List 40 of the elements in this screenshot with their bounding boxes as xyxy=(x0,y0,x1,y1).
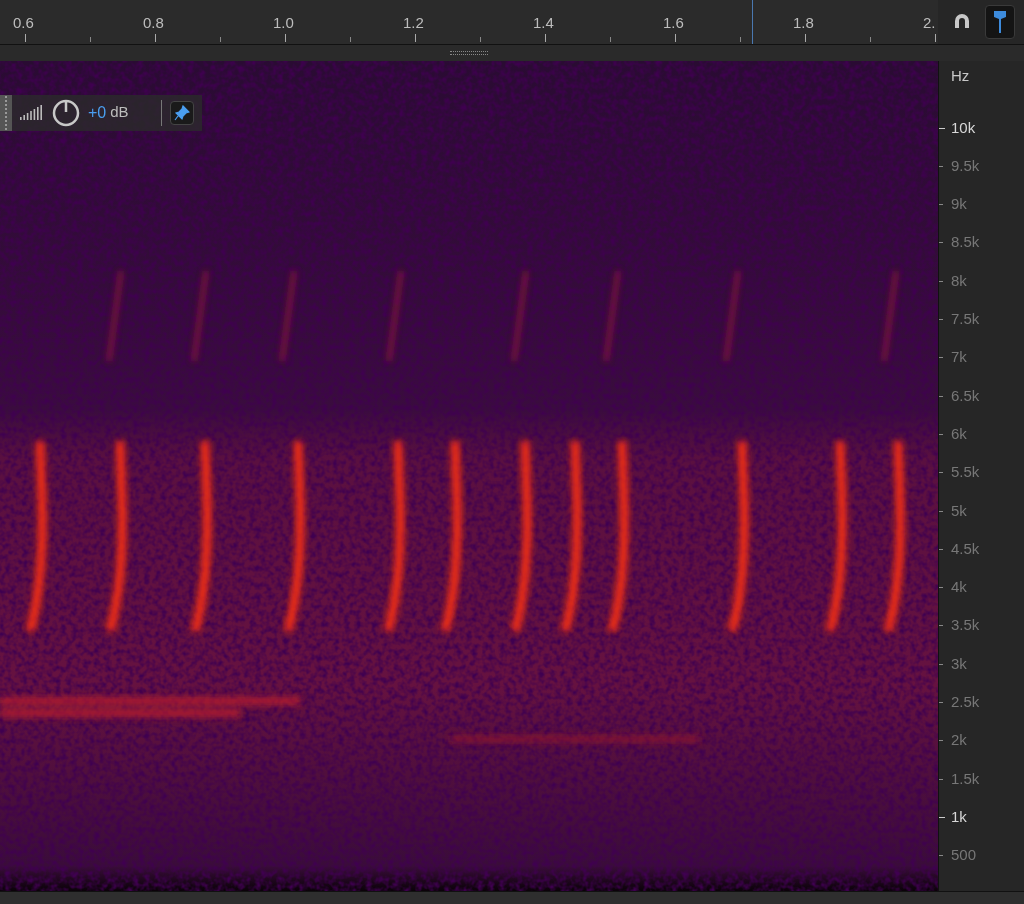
frequency-label: 4.5k xyxy=(951,539,980,558)
frequency-label: 10k xyxy=(951,118,976,137)
ruler-label: 1.8 xyxy=(793,13,814,33)
gain-value[interactable]: +0 xyxy=(88,100,107,125)
pin-icon xyxy=(174,104,190,121)
ruler-label: 0.6 xyxy=(13,13,34,33)
marker-icon xyxy=(993,10,1007,35)
frequency-label: 1k xyxy=(951,807,967,826)
frequency-label: 3.5k xyxy=(951,616,980,635)
frequency-label: 2k xyxy=(951,731,967,750)
marker-button[interactable] xyxy=(985,5,1015,40)
frequency-label: 3k xyxy=(951,654,967,673)
frequency-label: 4k xyxy=(951,578,967,597)
knob-icon[interactable] xyxy=(52,98,80,127)
pin-button[interactable] xyxy=(170,100,194,125)
frequency-label: 2.5k xyxy=(951,693,980,711)
ruler-label: 1.6 xyxy=(663,13,684,33)
frequency-label: 1.5k xyxy=(951,769,980,788)
gain-unit: dB xyxy=(110,102,129,123)
resize-grip[interactable] xyxy=(450,50,488,55)
frequency-label: 8.5k xyxy=(951,233,980,252)
frequency-label: 6.5k xyxy=(951,386,980,405)
time-ruler[interactable]: 0.6 0.8 1.0 1.2 1.4 1.6 1.8 2. xyxy=(0,0,938,45)
level-bars-icon xyxy=(20,103,44,122)
frequency-label: 5.5k xyxy=(951,463,980,482)
ruler-label: 1.2 xyxy=(403,13,424,33)
frequency-label: 7.5k xyxy=(951,310,980,328)
frequency-label: 8k xyxy=(951,271,967,290)
frequency-label: 9.5k xyxy=(951,156,980,175)
frequency-label: 5k xyxy=(951,501,967,520)
frequency-label: 6k xyxy=(951,424,967,443)
ruler-label: 2. xyxy=(923,13,936,33)
frequency-label: 7k xyxy=(951,348,967,367)
axis-unit: Hz xyxy=(951,65,970,86)
ruler-label: 0.8 xyxy=(143,13,164,33)
frequency-label: 9k xyxy=(951,195,967,214)
drag-handle[interactable] xyxy=(0,94,12,131)
ruler-label: 1.0 xyxy=(273,13,294,33)
ruler-label: 1.4 xyxy=(533,13,554,33)
frequency-label: 500 xyxy=(951,846,977,865)
